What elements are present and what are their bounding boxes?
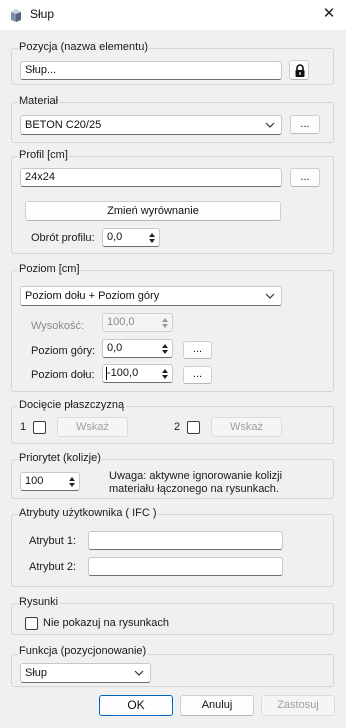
profile-more-button[interactable]: ... — [290, 168, 320, 187]
top-level-stepper[interactable]: 0,0 — [102, 339, 173, 358]
plane-1-label: 1 — [20, 421, 27, 433]
group-label-dociecie: Docięcie płaszczyzną — [18, 399, 126, 411]
spin-arrows-icon[interactable] — [159, 341, 171, 357]
position-name-input[interactable]: Słup... — [20, 61, 282, 80]
text-cursor — [106, 367, 107, 380]
spin-arrows-icon[interactable] — [159, 366, 171, 382]
priority-stepper[interactable]: 100 — [20, 472, 80, 491]
group-label-atrybuty: Atrybuty użytkownika ( IFC ) — [18, 507, 158, 519]
group-label-funkcja: Funkcja (pozycjonowanie) — [18, 645, 148, 657]
hide-on-drawings-label[interactable]: Nie pokazuj na rysunkach — [43, 617, 169, 629]
lock-button[interactable] — [289, 60, 309, 80]
profile-input[interactable]: 24x24 — [20, 168, 282, 187]
group-label-profil: Profil [cm] — [18, 149, 69, 161]
group-label-material: Materiał — [18, 95, 60, 107]
column-app-icon — [11, 9, 21, 22]
plane-1-checkbox[interactable] — [33, 421, 46, 434]
bottom-level-stepper[interactable]: -100,0 — [102, 364, 173, 383]
profile-rotation-label: Obrót profilu: — [31, 232, 95, 244]
function-select-value: Słup — [25, 667, 48, 679]
attribute-2-input[interactable] — [88, 557, 283, 576]
cancel-button[interactable]: Anuluj — [180, 695, 254, 716]
attribute-2-label: Atrybut 2: — [29, 561, 77, 573]
spin-arrows-icon[interactable] — [66, 474, 78, 490]
spin-arrows-icon[interactable] — [146, 230, 158, 246]
top-level-value: 0,0 — [107, 342, 123, 354]
material-select[interactable]: BETON C20/25 — [20, 115, 282, 135]
level-mode-value: Poziom dołu + Poziom góry — [25, 290, 160, 302]
bottom-level-label: Poziom dołu: — [31, 369, 95, 381]
spin-arrows-icon — [162, 318, 168, 328]
chevron-down-icon — [134, 670, 144, 676]
apply-button: Zastosuj — [261, 695, 335, 716]
bottom-level-value: -100,0 — [107, 367, 139, 379]
plane-2-show-button: Wskaż — [211, 417, 282, 437]
height-label: Wysokość: — [31, 320, 85, 332]
material-more-button[interactable]: ... — [290, 115, 320, 134]
level-mode-select[interactable]: Poziom dołu + Poziom góry — [20, 286, 282, 306]
attribute-1-label: Atrybut 1: — [29, 535, 77, 547]
material-select-value: BETON C20/25 — [25, 119, 102, 131]
profile-rotation-value: 0,0 — [107, 231, 123, 243]
hide-on-drawings-checkbox[interactable] — [25, 617, 38, 630]
ok-button[interactable]: OK — [99, 695, 173, 716]
height-value: 100,0 — [107, 316, 135, 328]
top-level-label: Poziom góry: — [31, 345, 96, 357]
group-label-priorytet: Priorytet (kolizje) — [18, 452, 102, 464]
bottom-level-more-button[interactable]: ... — [183, 366, 212, 384]
lock-icon — [295, 64, 305, 77]
top-level-more-button[interactable]: ... — [183, 341, 212, 359]
change-alignment-button[interactable]: Zmień wyrównanie — [25, 201, 281, 221]
chevron-down-icon — [265, 122, 275, 128]
priority-note-line1: Uwaga: aktywne ignorowanie kolizji — [109, 470, 283, 482]
function-select[interactable]: Słup — [20, 663, 151, 683]
plane-2-label: 2 — [174, 421, 181, 433]
height-stepper: 100,0 — [102, 313, 173, 332]
close-button[interactable]: ✕ — [320, 5, 338, 23]
priority-note-line2: materiału łączonego na rysunkach. — [109, 483, 279, 495]
group-atrybuty — [11, 514, 334, 587]
group-label-rysunki: Rysunki — [18, 596, 60, 608]
group-label-poziom: Poziom [cm] — [18, 263, 81, 275]
priority-value: 100 — [25, 475, 44, 487]
window-title: Słup — [30, 7, 55, 21]
plane-1-show-button: Wskaż — [57, 417, 128, 437]
group-label-pozycja: Pozycja (nazwa elementu) — [18, 41, 150, 53]
chevron-down-icon — [265, 293, 275, 299]
profile-rotation-stepper[interactable]: 0,0 — [102, 228, 160, 247]
plane-2-checkbox[interactable] — [187, 421, 200, 434]
attribute-1-input[interactable] — [88, 531, 283, 550]
